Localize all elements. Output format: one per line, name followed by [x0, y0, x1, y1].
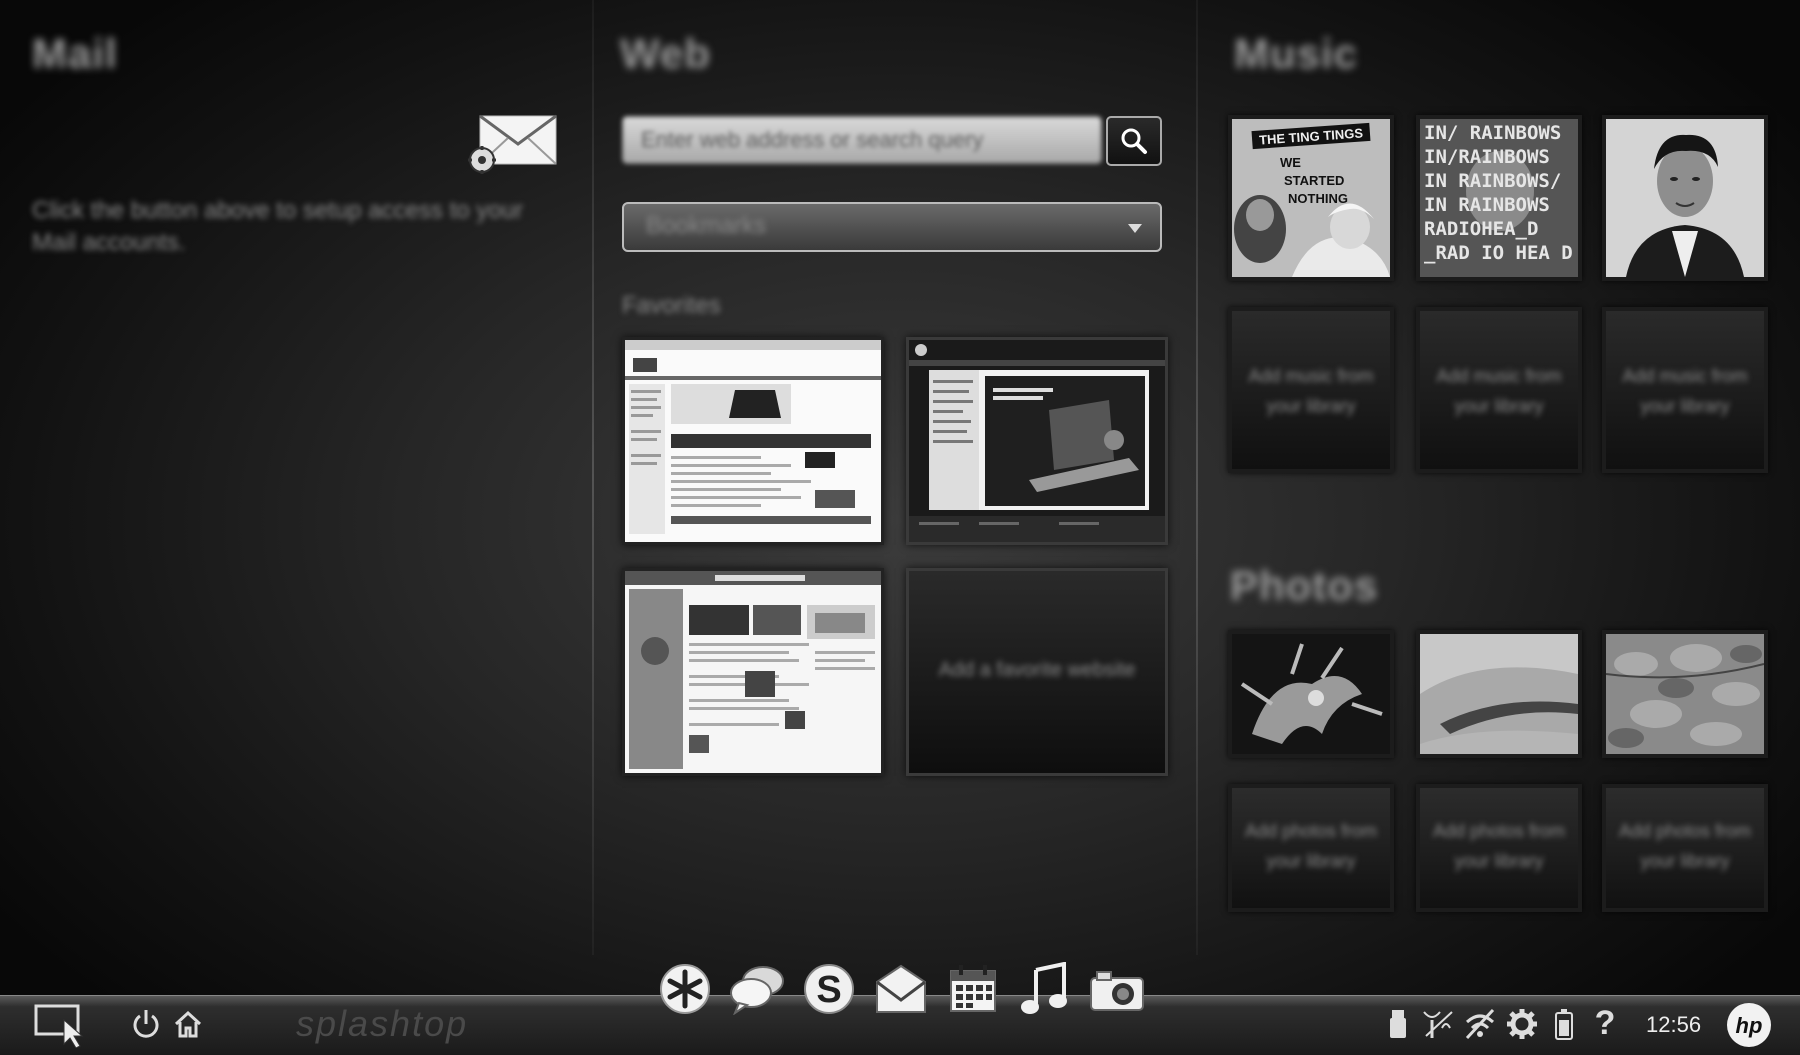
dock-skype-button[interactable]: S [800, 960, 858, 1018]
photos-panel-title: Photos [1230, 562, 1379, 609]
album-art-portrait-icon [1606, 119, 1764, 277]
photos-empty-label: Add photos from your library [1618, 821, 1752, 871]
svg-text:IN/ RAINBOWS: IN/ RAINBOWS [1424, 122, 1561, 144]
mail-setup-hint: Click the button above to setup access t… [32, 197, 523, 256]
home-button[interactable] [170, 1004, 206, 1044]
dock-chat-button[interactable] [728, 960, 786, 1018]
web-panel-title: Web [620, 30, 711, 77]
svg-text:STARTED: STARTED [1284, 173, 1344, 188]
svg-text:S: S [816, 969, 841, 1011]
music-note-icon [1021, 962, 1067, 1014]
home-icon [174, 1010, 202, 1038]
album-art-ting-tings-icon: THE TING TINGS WE STARTED NOTHING [1232, 119, 1390, 277]
svg-text:RADIOHEA_D: RADIOHEA_D [1424, 218, 1538, 240]
music-album-1[interactable]: THE TING TINGS WE STARTED NOTHING [1228, 115, 1394, 281]
usb-drive-icon [1390, 1010, 1406, 1038]
favorites-label: Favorites [622, 292, 721, 319]
music-empty-label: Add music from your library [1436, 366, 1562, 416]
photo-leaves-icon [1606, 634, 1764, 754]
dock-mail-button[interactable] [872, 960, 930, 1018]
mail-panel-title: Mail [32, 30, 118, 77]
power-icon [133, 1010, 159, 1038]
power-button[interactable] [128, 1004, 164, 1044]
help-button[interactable]: ? [1590, 1002, 1620, 1044]
battery-icon [1555, 1009, 1573, 1040]
music-empty-slot[interactable]: Add music from your library [1416, 307, 1582, 473]
calendar-icon [950, 965, 996, 1012]
photo-thumbnail-2[interactable] [1416, 630, 1582, 758]
bookmarks-dropdown-label: Bookmarks [646, 212, 767, 239]
magnifier-icon [1121, 128, 1147, 154]
favorite-website-2[interactable] [906, 337, 1168, 545]
gear-icon [1507, 1009, 1537, 1039]
wifi-off-icon [1465, 1008, 1495, 1040]
dock-music-button[interactable] [1016, 960, 1074, 1018]
chat-bubbles-icon [730, 966, 784, 1015]
bookmarks-dropdown[interactable]: Bookmarks [622, 202, 1162, 252]
wifi-status[interactable] [1462, 1006, 1498, 1042]
envelope-settings-icon [468, 114, 557, 174]
dock-photos-button[interactable] [1088, 960, 1146, 1018]
web-search-button[interactable] [1106, 116, 1162, 166]
hp-logo-icon: hp [1727, 1003, 1771, 1047]
svg-text:IN RAINBOWS/: IN RAINBOWS/ [1424, 170, 1561, 192]
webpage-thumbnail-icon [909, 340, 1165, 542]
favorite-website-3[interactable] [622, 568, 884, 776]
favorite-website-1[interactable] [622, 337, 884, 545]
music-empty-slot[interactable]: Add music from your library [1228, 307, 1394, 473]
photos-empty-label: Add photos from your library [1244, 821, 1378, 871]
chevron-down-icon [1128, 224, 1142, 233]
dock-calendar-button[interactable] [944, 960, 1002, 1018]
svg-text:IN/RAINBOWS: IN/RAINBOWS [1424, 146, 1550, 168]
music-empty-label: Add music from your library [1248, 366, 1374, 416]
favorite-website-empty[interactable]: Add a favorite website [906, 568, 1168, 776]
web-search-input[interactable] [622, 116, 1102, 164]
photo-thumbnail-3[interactable] [1602, 630, 1768, 758]
photo-thumbnail-1[interactable] [1228, 630, 1394, 758]
display-mode-button[interactable] [30, 1000, 92, 1048]
photo-empty-slot[interactable]: Add photos from your library [1228, 784, 1394, 912]
screen-cursor-icon [34, 1004, 84, 1048]
empty-favorite-label: Add a favorite website [938, 659, 1136, 681]
music-panel-title: Music [1234, 30, 1359, 77]
mail-setup-button[interactable] [468, 114, 560, 176]
column-separator [1196, 0, 1198, 955]
clock: 12:56 [1646, 1012, 1702, 1037]
hp-logo-button[interactable]: hp [1724, 1000, 1774, 1050]
photos-empty-label: Add photos from your library [1432, 821, 1566, 871]
splashtop-screen: Mail Click the button above to setup acc… [0, 0, 1800, 1055]
svg-text:_RAD IO HEA D: _RAD IO HEA D [1424, 242, 1573, 264]
dock-browser-button[interactable] [656, 960, 714, 1018]
webpage-thumbnail-icon [625, 571, 881, 773]
music-empty-label: Add music from your library [1622, 366, 1748, 416]
webpage-thumbnail-icon [625, 340, 881, 542]
usb-status[interactable] [1384, 1006, 1412, 1042]
album-art-in-rainbows-icon: IN/ RAINBOWS IN/RAINBOWS IN RAINBOWS/ IN… [1420, 119, 1578, 277]
envelope-icon [876, 964, 926, 1013]
settings-button[interactable] [1504, 1006, 1540, 1042]
skype-icon: S [804, 964, 854, 1014]
camera-icon [1090, 971, 1144, 1011]
photo-sea-dragon-icon [1232, 634, 1390, 754]
wireless-status[interactable] [1420, 1006, 1456, 1042]
column-separator [592, 0, 594, 955]
svg-text:IN RAINBOWS: IN RAINBOWS [1424, 194, 1550, 216]
music-album-2[interactable]: IN/ RAINBOWS IN/RAINBOWS IN RAINBOWS/ IN… [1416, 115, 1582, 281]
photo-sand-dunes-icon [1420, 634, 1578, 754]
splashtop-logo: splashtop [296, 1003, 469, 1044]
photo-empty-slot[interactable]: Add photos from your library [1416, 784, 1582, 912]
music-empty-slot[interactable]: Add music from your library [1602, 307, 1768, 473]
browser-star-icon [660, 964, 710, 1014]
music-album-3[interactable] [1602, 115, 1768, 281]
svg-text:WE: WE [1280, 155, 1301, 170]
svg-text:NOTHING: NOTHING [1288, 191, 1348, 206]
battery-status[interactable] [1550, 1006, 1578, 1042]
antenna-off-icon [1423, 1011, 1453, 1038]
hp-logo-text: hp [1736, 1013, 1763, 1038]
photo-empty-slot[interactable]: Add photos from your library [1602, 784, 1768, 912]
